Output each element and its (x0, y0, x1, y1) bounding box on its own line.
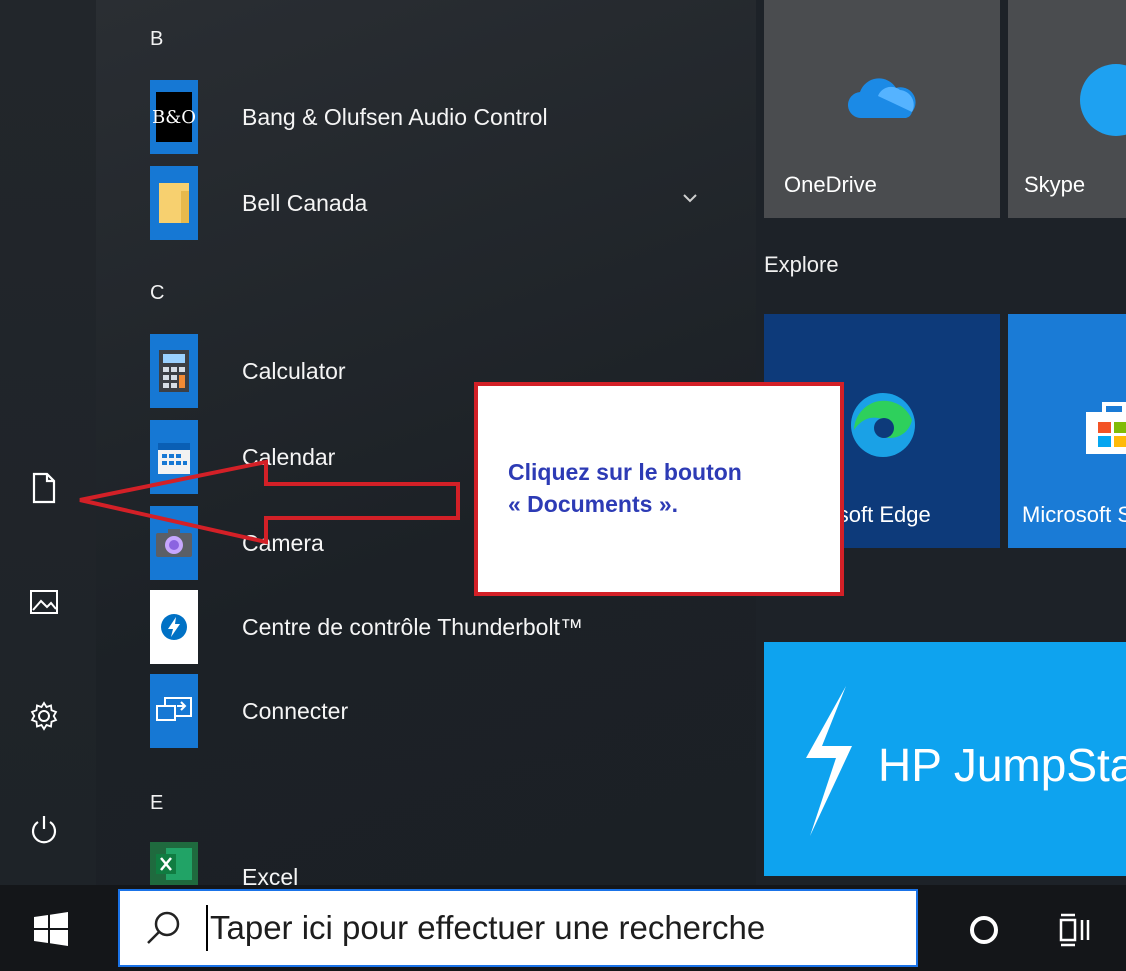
onedrive-icon (847, 76, 918, 125)
section-letter-e[interactable]: E (150, 792, 163, 815)
text-caret (206, 905, 208, 951)
calculator-icon (150, 334, 198, 408)
tile-hp-jumpstart[interactable]: HP JumpStart (764, 642, 1126, 876)
bang-olufsen-icon: B&O (150, 80, 198, 154)
cortana-icon[interactable] (966, 912, 1002, 953)
excel-icon (150, 842, 198, 885)
pictures-icon[interactable] (22, 580, 66, 624)
search-box[interactable]: Taper ici pour effectuer une recherche (118, 889, 918, 967)
section-letter-b[interactable]: B (150, 28, 163, 51)
store-icon (1084, 396, 1126, 461)
jumpstart-label: HP JumpStart (878, 739, 1126, 791)
task-view-icon[interactable] (1058, 912, 1092, 953)
search-icon (144, 909, 182, 952)
connect-icon (150, 674, 198, 748)
tile-skype[interactable]: Skype (1008, 0, 1126, 218)
chevron-down-icon[interactable] (682, 190, 698, 208)
app-connecter[interactable]: Connecter (150, 674, 710, 748)
tile-microsoft-store[interactable]: Microsoft Store (1008, 314, 1126, 548)
app-excel[interactable]: Excel (150, 842, 710, 885)
instruction-callout: Cliquez sur le bouton « Documents ». (474, 382, 844, 596)
windows-start-icon[interactable] (34, 912, 68, 951)
app-bell-canada[interactable]: Bell Canada (150, 166, 710, 240)
thunderbolt-icon (150, 590, 198, 664)
section-letter-c[interactable]: C (150, 282, 164, 305)
settings-icon[interactable] (22, 694, 66, 738)
folder-icon (150, 166, 198, 240)
callout-arrow (79, 459, 460, 545)
skype-icon (1080, 64, 1126, 136)
tile-onedrive[interactable]: OneDrive (764, 0, 1000, 218)
edge-icon (848, 390, 918, 465)
explore-group-title[interactable]: Explore (764, 252, 839, 278)
power-icon[interactable] (22, 808, 66, 852)
start-menu-rail (0, 0, 96, 885)
search-placeholder: Taper ici pour effectuer une recherche (210, 909, 766, 946)
documents-icon[interactable] (22, 466, 66, 510)
jumpstart-logo-icon (788, 686, 868, 841)
callout-text: Cliquez sur le bouton « Documents ». (508, 459, 742, 517)
app-bang-olufsen[interactable]: B&O Bang & Olufsen Audio Control (150, 80, 710, 154)
app-thunderbolt-control[interactable]: Centre de contrôle Thunderbolt™ (150, 590, 710, 664)
